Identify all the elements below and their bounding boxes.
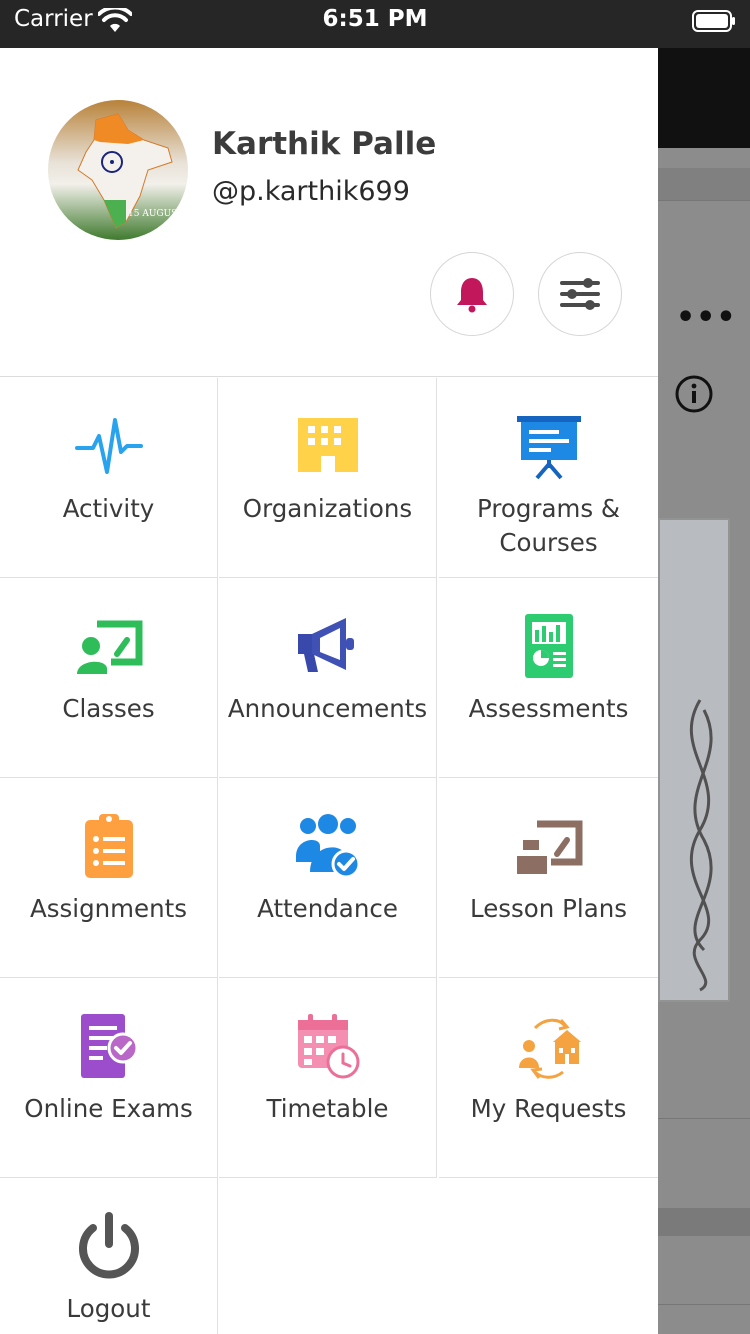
india-flag-map-image: 15 AUGUST	[48, 100, 188, 240]
menu-item-label: Activity	[62, 494, 155, 523]
background-divider	[658, 1304, 750, 1305]
menu-item-programs-courses[interactable]: Programs & Courses	[439, 378, 658, 578]
menu-item-lesson-plans[interactable]: Lesson Plans	[439, 778, 658, 978]
users-check-icon	[295, 814, 360, 879]
menu-item-organizations[interactable]: Organizations	[219, 378, 437, 578]
megaphone-icon	[297, 618, 354, 672]
info-icon	[675, 375, 713, 413]
background-header	[658, 48, 750, 148]
bell-icon	[457, 278, 487, 313]
notifications-button[interactable]	[430, 252, 514, 336]
profile-handle: @p.karthik699	[212, 176, 410, 207]
more-icon: •••	[676, 300, 737, 335]
decorative-knot-icon	[689, 699, 713, 992]
menu-item-label: Announcements	[227, 694, 428, 723]
menu-item-label: Logout	[66, 1294, 151, 1323]
pulse-icon	[74, 418, 143, 474]
grid-divider	[0, 376, 658, 377]
side-drawer: 15 AUGUST Karthik Palle @p.karthik699 Ac…	[0, 48, 658, 1334]
background-image	[658, 518, 730, 1002]
building-icon	[297, 418, 358, 472]
background-band	[658, 168, 750, 200]
menu-item-timetable[interactable]: Timetable	[219, 978, 437, 1178]
menu-item-classes[interactable]: Classes	[0, 578, 218, 778]
background-band	[658, 1208, 750, 1236]
exam-check-icon	[80, 1014, 138, 1078]
menu-item-attendance[interactable]: Attendance	[219, 778, 437, 978]
menu-item-announcements[interactable]: Announcements	[219, 578, 437, 778]
menu-item-label: Organizations	[242, 494, 413, 523]
menu-item-label: Programs & Courses	[476, 494, 621, 557]
status-bar: Carrier 6:51 PM	[0, 0, 750, 48]
sliders-icon	[560, 278, 600, 310]
background-divider	[658, 1118, 750, 1119]
menu-item-label: Online Exams	[24, 1094, 193, 1123]
menu-item-label: Assignments	[29, 894, 187, 923]
menu-item-logout[interactable]: Logout	[0, 1178, 218, 1334]
power-icon	[78, 1212, 139, 1279]
report-chart-icon	[524, 614, 573, 678]
request-exchange-icon	[518, 1018, 581, 1079]
avatar[interactable]: 15 AUGUST	[48, 100, 188, 240]
clipboard-list-icon	[84, 814, 133, 878]
lesson-board-icon	[516, 820, 582, 874]
teacher-board-icon	[76, 620, 142, 674]
avatar-caption: 15 AUGUST	[128, 209, 183, 219]
background-screen[interactable]: •••	[658, 48, 750, 1334]
menu-item-label: Timetable	[266, 1094, 389, 1123]
clock: 6:51 PM	[322, 6, 428, 32]
menu-item-label: Classes	[62, 694, 155, 723]
menu-item-activity[interactable]: Activity	[0, 378, 218, 578]
calendar-clock-icon	[297, 1014, 359, 1079]
menu-item-my-requests[interactable]: My Requests	[439, 978, 658, 1178]
menu-item-label: My Requests	[470, 1094, 627, 1123]
battery-icon	[692, 10, 735, 32]
menu-item-assessments[interactable]: Assessments	[439, 578, 658, 778]
menu-item-label: Lesson Plans	[469, 894, 627, 923]
profile-name: Karthik Palle	[212, 126, 437, 162]
menu-item-online-exams[interactable]: Online Exams	[0, 978, 218, 1178]
menu-item-label: Attendance	[257, 894, 398, 923]
menu-item-assignments[interactable]: Assignments	[0, 778, 218, 978]
presentation-board-icon	[516, 416, 581, 480]
menu-item-label: Assessments	[468, 694, 629, 723]
filter-settings-button[interactable]	[538, 252, 622, 336]
background-divider	[658, 200, 750, 201]
